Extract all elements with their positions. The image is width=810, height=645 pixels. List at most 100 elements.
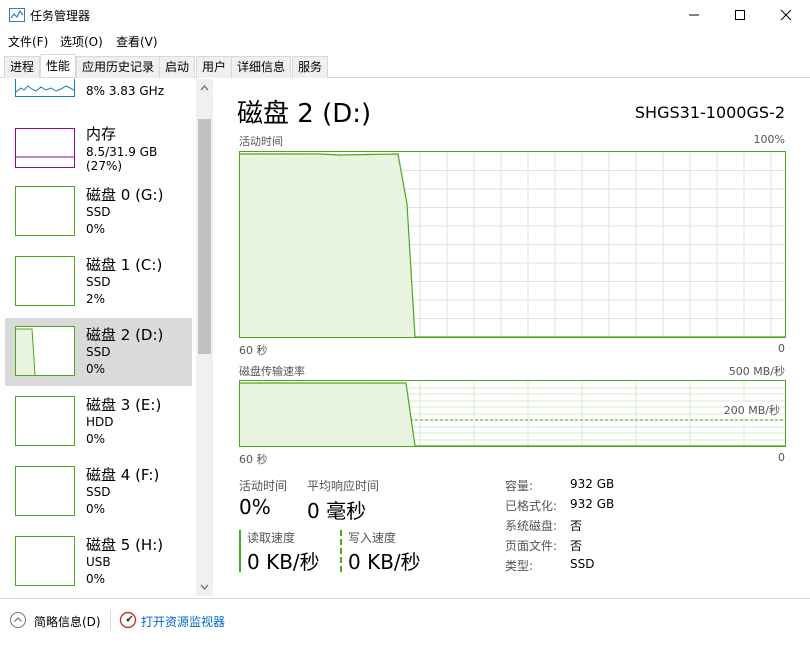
sidebar-item-disk-1[interactable]: 磁盘 1 (C:) SSD 2%: [5, 248, 192, 316]
tab-bar: 进程 性能 应用历史记录 启动 用户 详细信息 服务: [0, 54, 810, 78]
disk-5-value: 0%: [86, 572, 106, 586]
disk-4-name: 磁盘 4 (F:): [86, 466, 160, 484]
title-bar: 任务管理器: [0, 0, 810, 30]
system-disk-label: 系统磁盘:: [505, 519, 558, 533]
read-speed-label: 读取速度: [247, 531, 296, 545]
disk-5-type: USB: [86, 555, 111, 569]
cpu-thumbnail: [15, 79, 75, 97]
disk-model: SHGS31-1000GS-2: [634, 103, 785, 122]
memory-thumbnail-graph: [16, 156, 74, 158]
disk-1-value: 2%: [86, 292, 106, 306]
footer: 简略信息(D) 打开资源监视器: [0, 598, 810, 645]
disk-3-name: 磁盘 3 (E:): [86, 396, 162, 414]
type-value: SSD: [570, 557, 595, 571]
active-time-value: 0%: [239, 495, 271, 519]
disk-5-thumbnail: [15, 536, 75, 586]
disk-2-thumbnail-graph: [16, 328, 36, 376]
disk-4-value: 0%: [86, 502, 106, 516]
formatted-value: 932 GB: [570, 497, 615, 511]
page-file-value: 否: [570, 539, 583, 553]
avg-response-value: 0 毫秒: [307, 499, 367, 523]
memory-value: 8.5/31.9 GB (27%): [86, 145, 158, 173]
menu-view[interactable]: 查看(V): [116, 33, 158, 50]
disk-0-thumbnail: [15, 186, 75, 236]
sidebar-item-memory[interactable]: 内存 8.5/31.9 GB (27%): [5, 117, 192, 185]
formatted-label: 已格式化:: [505, 499, 558, 513]
disk-4-type: SSD: [86, 485, 111, 499]
tab-performance[interactable]: 性能: [40, 54, 77, 77]
disk-3-value: 0%: [86, 432, 106, 446]
read-speed-marker: [239, 530, 241, 572]
maximize-icon: [735, 10, 745, 20]
type-label: 类型:: [505, 559, 534, 573]
sidebar-item-disk-0[interactable]: 磁盘 0 (G:) SSD 0%: [5, 178, 192, 246]
scrollbar-thumb[interactable]: [198, 119, 211, 354]
maximize-button[interactable]: [717, 0, 763, 30]
activity-graph-label: 活动时间: [239, 135, 283, 148]
sidebar: 8% 3.83 GHz 内存 8.5/31.9 GB (27%) 磁盘 0 (G…: [0, 79, 213, 596]
collapse-icon[interactable]: [9, 611, 27, 629]
sidebar-item-disk-5[interactable]: 磁盘 5 (H:) USB 0%: [5, 528, 192, 596]
disk-2-value: 0%: [86, 362, 106, 376]
memory-name: 内存: [86, 125, 117, 143]
capacity-label: 容量:: [505, 479, 534, 493]
system-disk-value: 否: [570, 519, 583, 533]
page-file-label: 页面文件:: [505, 539, 558, 553]
transfer-graph-min: 0: [778, 451, 785, 464]
disk-0-name: 磁盘 0 (G:): [86, 186, 164, 204]
disk-5-name: 磁盘 5 (H:): [86, 536, 164, 554]
transfer-graph-max: 500 MB/秒: [728, 365, 785, 378]
scroll-down-icon[interactable]: [196, 579, 213, 596]
disk-1-type: SSD: [86, 275, 111, 289]
cpu-thumbnail-graph: [15, 85, 75, 93]
write-speed-value: 0 KB/秒: [348, 550, 421, 574]
open-resource-monitor-link[interactable]: 打开资源监视器: [141, 613, 225, 630]
close-button[interactable]: [763, 0, 809, 30]
transfer-graph-plot: [240, 381, 785, 447]
avg-response-label: 平均响应时间: [307, 479, 380, 493]
disk-0-value: 0%: [86, 222, 106, 236]
activity-graph-max: 100%: [753, 133, 785, 146]
tab-services[interactable]: 服务: [292, 56, 329, 78]
disk-1-name: 磁盘 1 (C:): [86, 256, 163, 274]
sidebar-item-disk-2[interactable]: 磁盘 2 (D:) SSD 0%: [5, 318, 192, 386]
tab-processes[interactable]: 进程: [4, 56, 41, 78]
read-speed-value: 0 KB/秒: [247, 550, 320, 574]
window-title: 任务管理器: [30, 9, 91, 23]
close-icon: [780, 9, 792, 21]
menu-bar: 文件(F) 选项(O) 查看(V): [0, 30, 810, 52]
write-speed-label: 写入速度: [348, 531, 397, 545]
sidebar-item-disk-4[interactable]: 磁盘 4 (F:) SSD 0%: [5, 458, 192, 526]
minimize-button[interactable]: [671, 0, 717, 30]
sidebar-scrollbar[interactable]: [196, 79, 213, 596]
sidebar-item-cpu[interactable]: 8% 3.83 GHz: [5, 79, 192, 107]
minimize-icon: [689, 14, 699, 16]
transfer-graph-label: 磁盘传输速率: [239, 365, 305, 378]
disk-4-thumbnail: [15, 466, 75, 516]
disk-3-thumbnail: [15, 396, 75, 446]
disk-3-type: HDD: [86, 415, 114, 429]
footer-divider: [110, 610, 111, 630]
activity-graph-time: 60 秒: [239, 344, 268, 357]
fewer-details-link[interactable]: 简略信息(D): [34, 613, 101, 630]
menu-options[interactable]: 选项(O): [60, 33, 103, 50]
transfer-graph-mid: 200 MB/秒: [723, 402, 780, 418]
menu-file[interactable]: 文件(F): [8, 33, 48, 50]
tab-users[interactable]: 用户: [196, 56, 233, 78]
sidebar-item-disk-3[interactable]: 磁盘 3 (E:) HDD 0%: [5, 388, 192, 456]
capacity-value: 932 GB: [570, 477, 615, 491]
memory-thumbnail: [15, 128, 75, 168]
transfer-graph-time: 60 秒: [239, 453, 268, 466]
task-manager-icon: [9, 8, 25, 22]
tab-app-history[interactable]: 应用历史记录: [76, 56, 161, 78]
scroll-up-icon[interactable]: [196, 79, 213, 96]
write-speed-marker: [340, 530, 342, 572]
disk-2-type: SSD: [86, 345, 111, 359]
activity-graph-plot: [240, 152, 785, 338]
disk-2-thumbnail: [15, 326, 75, 376]
cpu-value: 8% 3.83 GHz: [86, 84, 165, 98]
activity-graph: [239, 151, 786, 338]
active-time-label: 活动时间: [239, 479, 288, 493]
tab-details[interactable]: 详细信息: [231, 56, 292, 78]
tab-startup[interactable]: 启动: [159, 56, 196, 78]
